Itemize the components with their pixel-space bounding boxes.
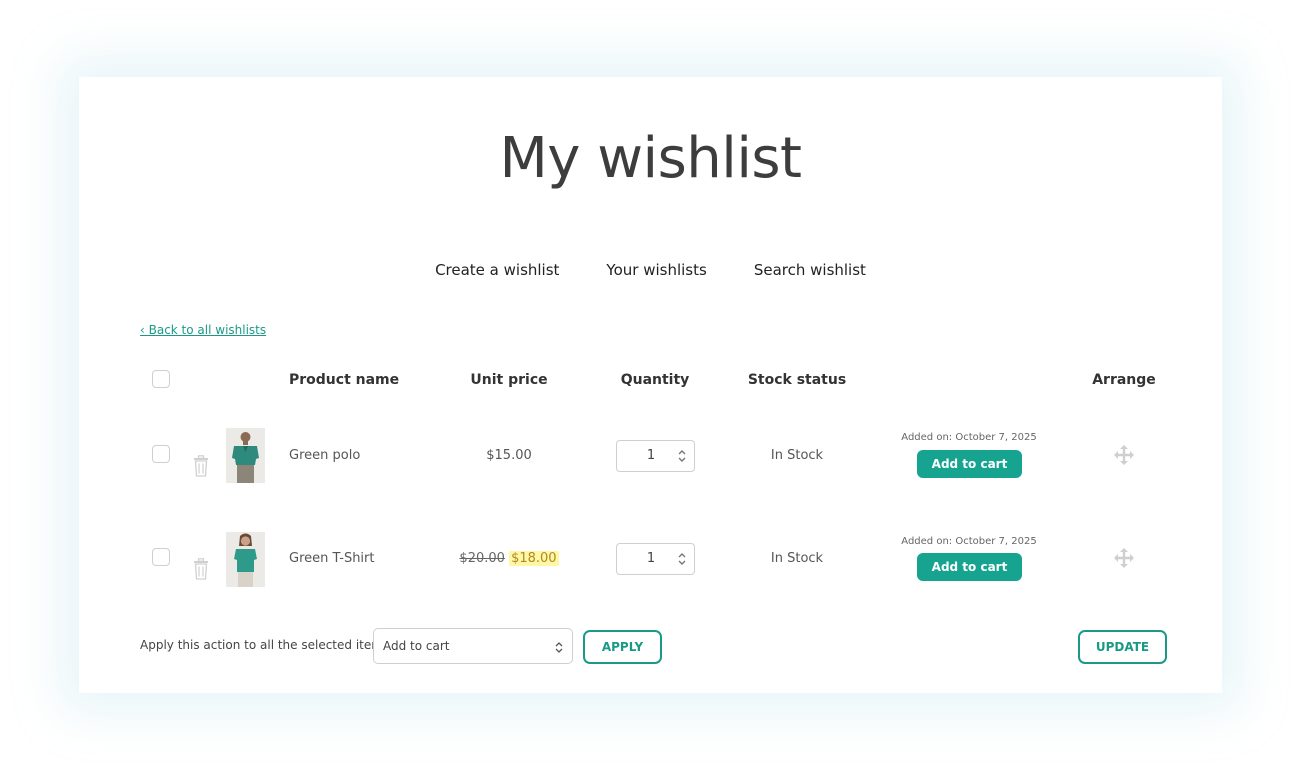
quantity-stepper[interactable]: 1 xyxy=(616,440,695,472)
nav-create-wishlist[interactable]: Create a wishlist xyxy=(435,261,559,279)
product-image[interactable] xyxy=(226,532,265,587)
stepper-arrows-icon[interactable] xyxy=(678,552,686,566)
bulk-action-label: Apply this action to all the selected it… xyxy=(140,638,394,652)
header-stock-status: Stock status xyxy=(747,372,847,388)
header-arrange: Arrange xyxy=(1092,372,1156,388)
added-date: Added on: October 7, 2025 xyxy=(901,536,1037,547)
nav-your-wishlists[interactable]: Your wishlists xyxy=(606,261,706,279)
nav-search-wishlist[interactable]: Search wishlist xyxy=(754,261,866,279)
update-button[interactable]: UPDATE xyxy=(1078,630,1167,664)
add-to-cart-button[interactable]: Add to cart xyxy=(917,553,1022,581)
wishlist-card: My wishlist Create a wishlist Your wishl… xyxy=(79,77,1222,693)
header-quantity: Quantity xyxy=(620,372,690,388)
row-select-checkbox[interactable] xyxy=(152,445,170,463)
move-icon[interactable] xyxy=(1113,547,1135,569)
apply-button[interactable]: APPLY xyxy=(583,630,662,664)
quantity-stepper[interactable]: 1 xyxy=(616,543,695,575)
header-unit-price: Unit price xyxy=(470,372,548,388)
stepper-arrows-icon[interactable] xyxy=(678,449,686,463)
add-to-cart-button[interactable]: Add to cart xyxy=(917,450,1022,478)
bulk-action-selected: Add to cart xyxy=(383,639,450,653)
quantity-value: 1 xyxy=(646,551,656,566)
product-name[interactable]: Green polo xyxy=(289,448,360,463)
unit-price: $15.00 xyxy=(486,448,532,463)
quantity-value: 1 xyxy=(646,448,656,463)
select-arrows-icon xyxy=(555,642,563,653)
product-name[interactable]: Green T-Shirt xyxy=(289,551,374,566)
bulk-action-select[interactable]: Add to cart xyxy=(373,628,573,664)
added-date: Added on: October 7, 2025 xyxy=(901,432,1037,443)
wishlist-nav: Create a wishlist Your wishlists Search … xyxy=(79,261,1222,279)
move-icon[interactable] xyxy=(1113,444,1135,466)
old-price: $20.00 xyxy=(459,551,505,566)
trash-icon[interactable] xyxy=(192,455,210,477)
row-select-checkbox[interactable] xyxy=(152,548,170,566)
unit-price: $20.00 $18.00 xyxy=(449,551,569,566)
select-all-checkbox[interactable] xyxy=(152,370,170,388)
header-product-name: Product name xyxy=(289,372,400,388)
page-title: My wishlist xyxy=(499,126,802,191)
trash-icon[interactable] xyxy=(192,558,210,580)
sale-price: $18.00 xyxy=(509,551,559,566)
product-image[interactable] xyxy=(226,428,265,483)
stock-status: In Stock xyxy=(770,551,824,566)
back-to-wishlists-link[interactable]: ‹ Back to all wishlists xyxy=(140,323,266,337)
stock-status: In Stock xyxy=(770,448,824,463)
